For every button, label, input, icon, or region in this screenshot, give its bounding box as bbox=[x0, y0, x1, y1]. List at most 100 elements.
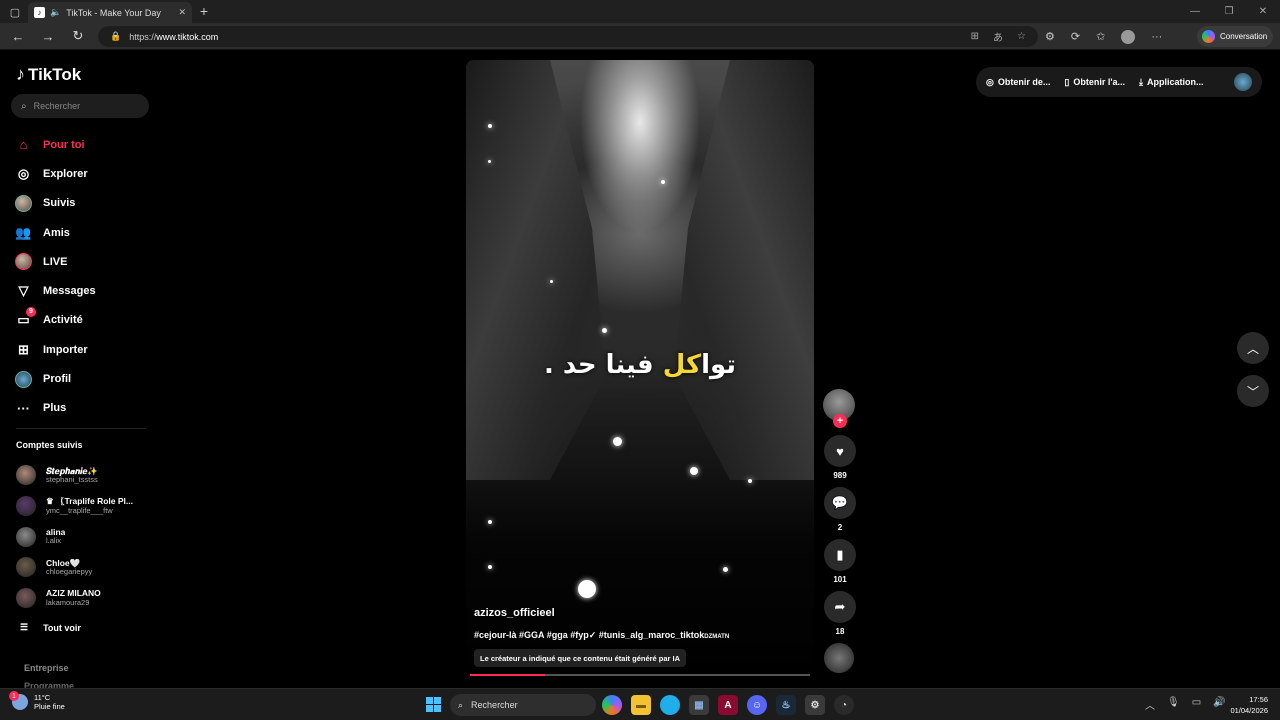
followed-account[interactable]: 𝑺𝒕𝒆𝒑𝒉𝒂𝒏𝒊𝒆✨ stephani_tsstss bbox=[16, 460, 151, 491]
performance-icon[interactable]: ⟳ bbox=[1071, 30, 1080, 43]
ai-content-notice: Le créateur a indiqué que ce contenu éta… bbox=[474, 649, 687, 667]
browser-tools: ⚙ ⟳ ✩ ··· bbox=[1045, 23, 1162, 50]
clock-date: 01/04/2026 bbox=[1230, 706, 1268, 716]
windows-start-icon[interactable] bbox=[426, 697, 441, 712]
app-icon[interactable]: ◔ bbox=[834, 695, 854, 715]
profile-icon bbox=[15, 370, 32, 388]
favorite-star-icon[interactable]: ☆ bbox=[1017, 31, 1026, 42]
volume-icon[interactable]: 🔊 bbox=[1213, 697, 1225, 712]
display-icon[interactable]: ▭ bbox=[1192, 697, 1201, 712]
microphone-icon[interactable]: 🎙 bbox=[1167, 697, 1180, 712]
nav-item-activité[interactable]: ▭ 9 Activité bbox=[15, 306, 155, 335]
back-icon[interactable]: ← bbox=[3, 29, 33, 44]
video-player[interactable]: تواكل فينا حد . azizos_officieel #cejour… bbox=[466, 60, 814, 680]
sparkle bbox=[661, 180, 665, 184]
file-explorer-icon[interactable]: ▬ bbox=[631, 695, 651, 715]
browser-tab[interactable]: ♪ 🔈 TikTok - Make Your Day ✕ bbox=[28, 2, 192, 23]
sparkle bbox=[602, 328, 607, 333]
more-icon: ··· bbox=[17, 400, 30, 416]
new-tab-icon[interactable]: + bbox=[197, 3, 211, 19]
next-video-button[interactable]: ﹀ bbox=[1237, 375, 1269, 407]
minimize-icon[interactable]: — bbox=[1178, 0, 1212, 23]
restore-icon[interactable]: ❐ bbox=[1212, 0, 1246, 23]
bookmark-icon[interactable]: ▮ bbox=[824, 539, 856, 571]
follow-plus-icon[interactable]: + bbox=[833, 414, 847, 428]
followed-accounts-list: 𝑺𝒕𝒆𝒑𝒉𝒂𝒏𝒊𝒆✨ stephani_tsstss ♛ 〖Traplife Rol… bbox=[16, 460, 151, 613]
chevron-up-icon[interactable]: ︿ bbox=[1145, 697, 1155, 712]
edge-browser-icon[interactable] bbox=[660, 695, 680, 715]
avatar bbox=[16, 465, 36, 486]
nav-item-explorer[interactable]: ◎ Explorer bbox=[15, 159, 155, 188]
chevron-down-icon: ﹀ bbox=[1246, 384, 1259, 399]
share-count: 18 bbox=[835, 627, 845, 636]
adobe-app-icon[interactable]: A bbox=[718, 695, 738, 715]
share-icon[interactable]: ➦ bbox=[824, 591, 856, 623]
audio-icon[interactable]: 🔈 bbox=[50, 7, 61, 18]
phone-icon: ▯ bbox=[1064, 76, 1070, 87]
share-action: ➦ 18 bbox=[823, 591, 857, 637]
tiktok-logo[interactable]: ♪ TikTok bbox=[16, 64, 81, 85]
weather-widget[interactable]: 1 11°C Pluie fine bbox=[9, 691, 65, 711]
video-hashtags[interactable]: #cejour-là #GGA #gga #fyp✓ #tunis_alg_ma… bbox=[474, 630, 729, 641]
url-field[interactable]: 🔒 https://www.tiktok.com ⊞ あ ☆ bbox=[98, 26, 1038, 47]
favorites-icon[interactable]: ✩ bbox=[1096, 30, 1105, 43]
nav-item-live[interactable]: LIVE bbox=[15, 247, 155, 276]
sparkle bbox=[723, 567, 728, 572]
windows-taskbar: 1 11°C Pluie fine ⌕ Rechercher ▬ ▦ A ☺ ♨ … bbox=[0, 688, 1280, 720]
heart-icon[interactable]: ♥ bbox=[824, 435, 856, 467]
footer-link-company[interactable]: Entreprise bbox=[24, 663, 69, 673]
clock[interactable]: 17:56 01/04/2026 bbox=[1230, 694, 1268, 717]
lock-icon[interactable]: 🔒 bbox=[110, 31, 121, 42]
read-aloud-icon[interactable]: あ bbox=[993, 29, 1003, 44]
nav-item-suivis[interactable]: Suivis bbox=[15, 189, 155, 218]
video-username[interactable]: azizos_officieel bbox=[474, 607, 555, 619]
nav-item-plus[interactable]: ··· Plus bbox=[15, 394, 155, 423]
save-action: ▮ 101 bbox=[823, 539, 857, 585]
logo-text: TikTok bbox=[28, 64, 82, 84]
nav-item-label: Pour toi bbox=[43, 138, 85, 151]
see-all-button[interactable]: ☰ Tout voir bbox=[20, 622, 81, 633]
forward-icon[interactable]: → bbox=[33, 29, 63, 44]
copilot-app-icon[interactable] bbox=[602, 695, 622, 715]
nav-item-label: Amis bbox=[43, 226, 70, 239]
video-progress-bar[interactable] bbox=[470, 674, 810, 676]
previous-video-button[interactable]: ︿ bbox=[1237, 332, 1269, 364]
close-window-icon[interactable]: ✕ bbox=[1246, 0, 1280, 23]
nav-item-importer[interactable]: ⊞ Importer bbox=[15, 335, 155, 364]
nav-item-profil[interactable]: Profil bbox=[15, 364, 155, 393]
get-coins-button[interactable]: ◎ Obtenir de... bbox=[986, 77, 1050, 88]
user-avatar[interactable] bbox=[1234, 73, 1252, 91]
conversation-button[interactable]: Conversation bbox=[1197, 26, 1273, 47]
followed-account[interactable]: alina l.alix bbox=[16, 521, 151, 552]
discord-icon[interactable]: ☺ bbox=[747, 695, 767, 715]
url-icons: ⊞ あ ☆ bbox=[971, 26, 1026, 47]
creator-avatar[interactable]: + bbox=[823, 389, 855, 428]
refresh-icon[interactable]: ↻ bbox=[63, 28, 93, 44]
sparkle bbox=[578, 580, 596, 598]
caption-highlight: كل bbox=[662, 350, 702, 380]
extensions-icon[interactable]: ⚙ bbox=[1045, 30, 1055, 43]
window-menu-icon[interactable]: ▢ bbox=[8, 5, 22, 19]
app-available-icon[interactable]: ⊞ bbox=[971, 31, 979, 42]
settings-gear-icon[interactable]: ⚙ bbox=[805, 695, 825, 715]
more-options-icon[interactable]: ··· bbox=[1151, 31, 1162, 43]
profile-icon[interactable] bbox=[1121, 29, 1136, 44]
sparkle bbox=[488, 520, 492, 524]
comment-icon[interactable]: 💬 bbox=[824, 487, 856, 519]
get-app-button[interactable]: ▯ Obtenir l'a... bbox=[1064, 77, 1125, 88]
followed-account[interactable]: AZIZ MILANO lakamoura29 bbox=[16, 583, 151, 614]
nav-item-amis[interactable]: 👥 Amis bbox=[15, 218, 155, 247]
followed-account[interactable]: Chloe🤍 chloegariepyy bbox=[16, 552, 151, 583]
nav-item-messages[interactable]: ▽ Messages bbox=[15, 276, 155, 305]
desktop-app-button[interactable]: ⤓ Application... bbox=[1139, 77, 1204, 88]
search-input[interactable]: ⌕ Rechercher bbox=[11, 94, 149, 118]
steam-icon[interactable]: ♨ bbox=[776, 695, 796, 715]
store-icon[interactable]: ▦ bbox=[689, 695, 709, 715]
nav-item-pour-toi[interactable]: ⌂ Pour toi bbox=[15, 130, 155, 159]
followed-account[interactable]: ♛ 〖Traplife Role Pl... ymc__traplife___ft… bbox=[16, 491, 151, 522]
taskbar-search[interactable]: ⌕ Rechercher bbox=[450, 694, 596, 716]
list-icon: ☰ bbox=[20, 622, 29, 632]
close-tab-icon[interactable]: ✕ bbox=[178, 7, 186, 18]
footer-link-program[interactable]: Programme bbox=[24, 681, 74, 688]
music-disc-icon[interactable] bbox=[824, 643, 854, 673]
